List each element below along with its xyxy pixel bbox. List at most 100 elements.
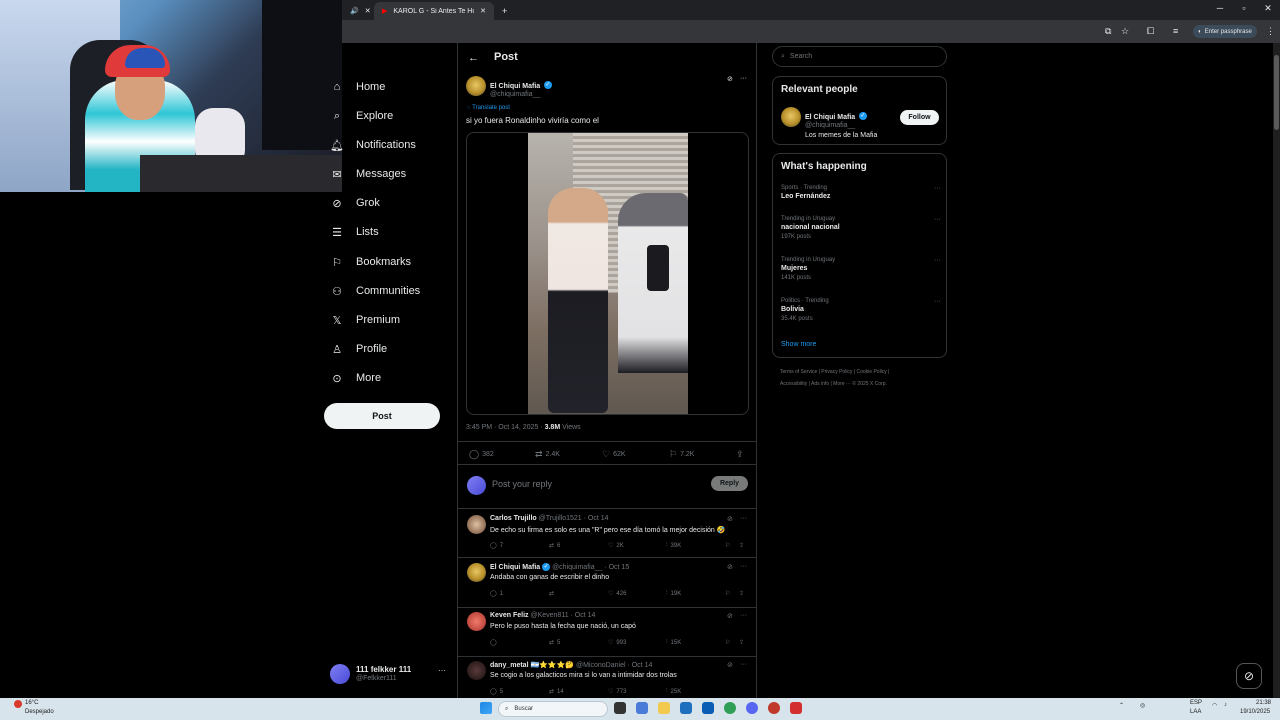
app-icon[interactable] [768,702,780,714]
maximize-icon[interactable]: ▫ [1232,3,1256,13]
trend-item[interactable]: Politics · Trending Bolivia 35.4K posts … [781,298,941,322]
task-view-icon[interactable] [614,702,626,714]
footer-links-2[interactable]: Accessibility | Ads info | More ··· © 20… [780,381,887,387]
more-icon[interactable]: ··· [934,257,941,264]
nav-lists[interactable]: ☰ Lists [330,221,379,243]
grok-icon[interactable]: ⊘ [727,515,733,523]
tray-app-icon[interactable]: ◎ [1140,702,1145,709]
like-action[interactable]: ♡ 426 [608,590,626,598]
copilot-icon[interactable] [636,702,648,714]
grok-icon[interactable]: ⊘ [727,612,733,620]
like-action[interactable]: ♡ 2K [608,542,624,550]
reply-action[interactable]: ◯ 7 [490,542,503,550]
close-window-icon[interactable]: ✕ [1256,3,1280,14]
taskbar-search[interactable]: ⌕ Buscar [498,701,608,717]
list-item[interactable]: Carlos Trujillo @Trujillo1521 · Oct 14 D… [458,511,756,558]
list-item[interactable]: Keven Feliz @Keven811 · Oct 14 Pero le p… [458,608,756,657]
outlook-icon[interactable] [702,702,714,714]
minimize-icon[interactable]: ─ [1208,3,1232,13]
nav-messages[interactable]: ✉ Messages [330,163,406,185]
list-item[interactable]: El Chiqui Mafia ✓ @chiquimafia__ · Oct 1… [458,559,756,608]
nav-bookmarks[interactable]: ⚐ Bookmarks [330,251,411,273]
audio-tab[interactable]: 🔊 ✕ [342,2,372,20]
nav-notifications[interactable]: 🔔︎ Notifications [330,134,416,156]
scrollbar-thumb[interactable] [1274,55,1279,130]
bookmark-action[interactable]: ⚐ [725,639,730,646]
scrollbar[interactable] [1273,43,1280,698]
nav-more[interactable]: ⊙ More [330,367,381,389]
share-action[interactable]: ⇪ [739,590,744,597]
views-action[interactable]: ⫶ 15K [666,639,681,646]
show-more-link[interactable]: Show more [781,341,816,348]
search-input[interactable]: ⌕ Search [772,46,947,67]
grok-float-button[interactable]: ⊘ [1236,663,1262,689]
author-info[interactable]: El Chiqui Mafia ✓ @chiquimafia__ [490,76,552,98]
reply-action[interactable]: ◯ 5 [490,688,503,696]
close-icon[interactable]: ✕ [365,7,371,15]
windows-start-icon[interactable] [480,702,492,714]
reply-action[interactable]: ◯ 382 [469,449,494,460]
more-icon[interactable]: ··· [438,666,446,675]
reply-action[interactable]: ◯ 1 [490,590,503,598]
grok-icon[interactable]: ⊘ [727,661,733,669]
back-arrow-icon[interactable]: ← [468,52,479,64]
tray-chevron-icon[interactable]: ⌃ [1119,702,1124,709]
nav-communities[interactable]: ⚇ Communities [330,280,420,302]
star-icon[interactable]: ☆ [1121,26,1129,37]
views-action[interactable]: ⫶ 39K [666,542,681,549]
avatar[interactable] [781,107,801,127]
new-tab-button[interactable]: + [494,2,514,20]
close-icon[interactable]: ✕ [480,7,486,15]
list-item[interactable]: dany_metal 🇦🇷⭐⭐⭐🤔 @MiconoDaniel · Oct 14… [458,657,756,700]
views-action[interactable]: ⫶ 19K [666,590,681,597]
grok-icon[interactable]: ⊘ [727,75,733,83]
repost-action[interactable]: ⇄ 5 [549,639,560,647]
repost-action[interactable]: ⇄ 14 [549,688,564,696]
post-button[interactable]: Post [324,403,440,429]
like-action[interactable]: ♡ 993 [608,639,626,647]
wifi-icon[interactable]: ◠ [1212,702,1217,709]
extensions-icon[interactable]: ⧠ [1147,26,1154,37]
reply-action[interactable]: ◯ [490,639,500,646]
tab-karol-g[interactable]: ▶ KAROL G - Si Antes Te Hubiera ✕ [374,2,494,20]
more-icon[interactable]: ··· [740,612,747,619]
repost-action[interactable]: ⇄ 2.4K [535,449,560,460]
author-avatar[interactable] [466,76,486,96]
more-icon[interactable]: ··· [740,563,747,570]
trend-item[interactable]: Sports · Trending Leo Fernández ··· [781,185,941,200]
volume-icon[interactable]: ♪ [1224,702,1227,708]
translate-post-link[interactable]: ◌ Translate post [467,105,510,111]
post-video[interactable] [466,132,749,415]
nav-explore[interactable]: ⌕ Explore [330,105,393,127]
bookmark-action[interactable]: ⚐ [725,542,730,549]
reply-button[interactable]: Reply [711,476,748,491]
file-explorer-icon[interactable] [658,702,670,714]
trend-item[interactable]: Trending in Uruguay Mujeres 141K posts ·… [781,257,941,281]
bookmark-action[interactable]: ⚐ [725,590,730,597]
more-icon[interactable]: ··· [740,75,747,82]
grok-icon[interactable]: ⊘ [727,563,733,571]
install-icon[interactable]: ⧉ [1105,26,1111,37]
trend-item[interactable]: Trending in Uruguay nacional nacional 19… [781,216,941,240]
store-icon[interactable] [680,702,692,714]
nav-premium[interactable]: 𝕏 Premium [330,309,400,331]
repost-action[interactable]: ⇄ 6 [549,542,560,550]
more-icon[interactable]: ··· [740,515,747,522]
more-icon[interactable]: ··· [934,216,941,223]
follow-button[interactable]: Follow [900,110,939,125]
nav-home[interactable]: ⌂ Home [330,76,386,98]
more-icon[interactable]: ··· [934,298,941,305]
discord-icon[interactable] [746,702,758,714]
nav-grok[interactable]: ⊘ Grok [330,192,379,214]
share-action[interactable]: ⇪ [739,639,744,646]
repost-action[interactable]: ⇄ [549,590,557,597]
browser-menu-icon[interactable]: ⋮ [1266,26,1275,37]
share-action[interactable]: ⇪ [736,449,744,460]
chrome-icon[interactable] [724,702,736,714]
views-action[interactable]: ⫶ 25K [666,688,681,695]
share-action[interactable]: ⇪ [739,542,744,549]
app-icon-2[interactable] [790,702,802,714]
media-control-icon[interactable]: ≡ [1173,26,1178,36]
relevant-person[interactable]: El Chiqui Mafia ✓ @chiquimafia__ Los mem… [805,107,877,139]
more-icon[interactable]: ··· [740,661,747,668]
